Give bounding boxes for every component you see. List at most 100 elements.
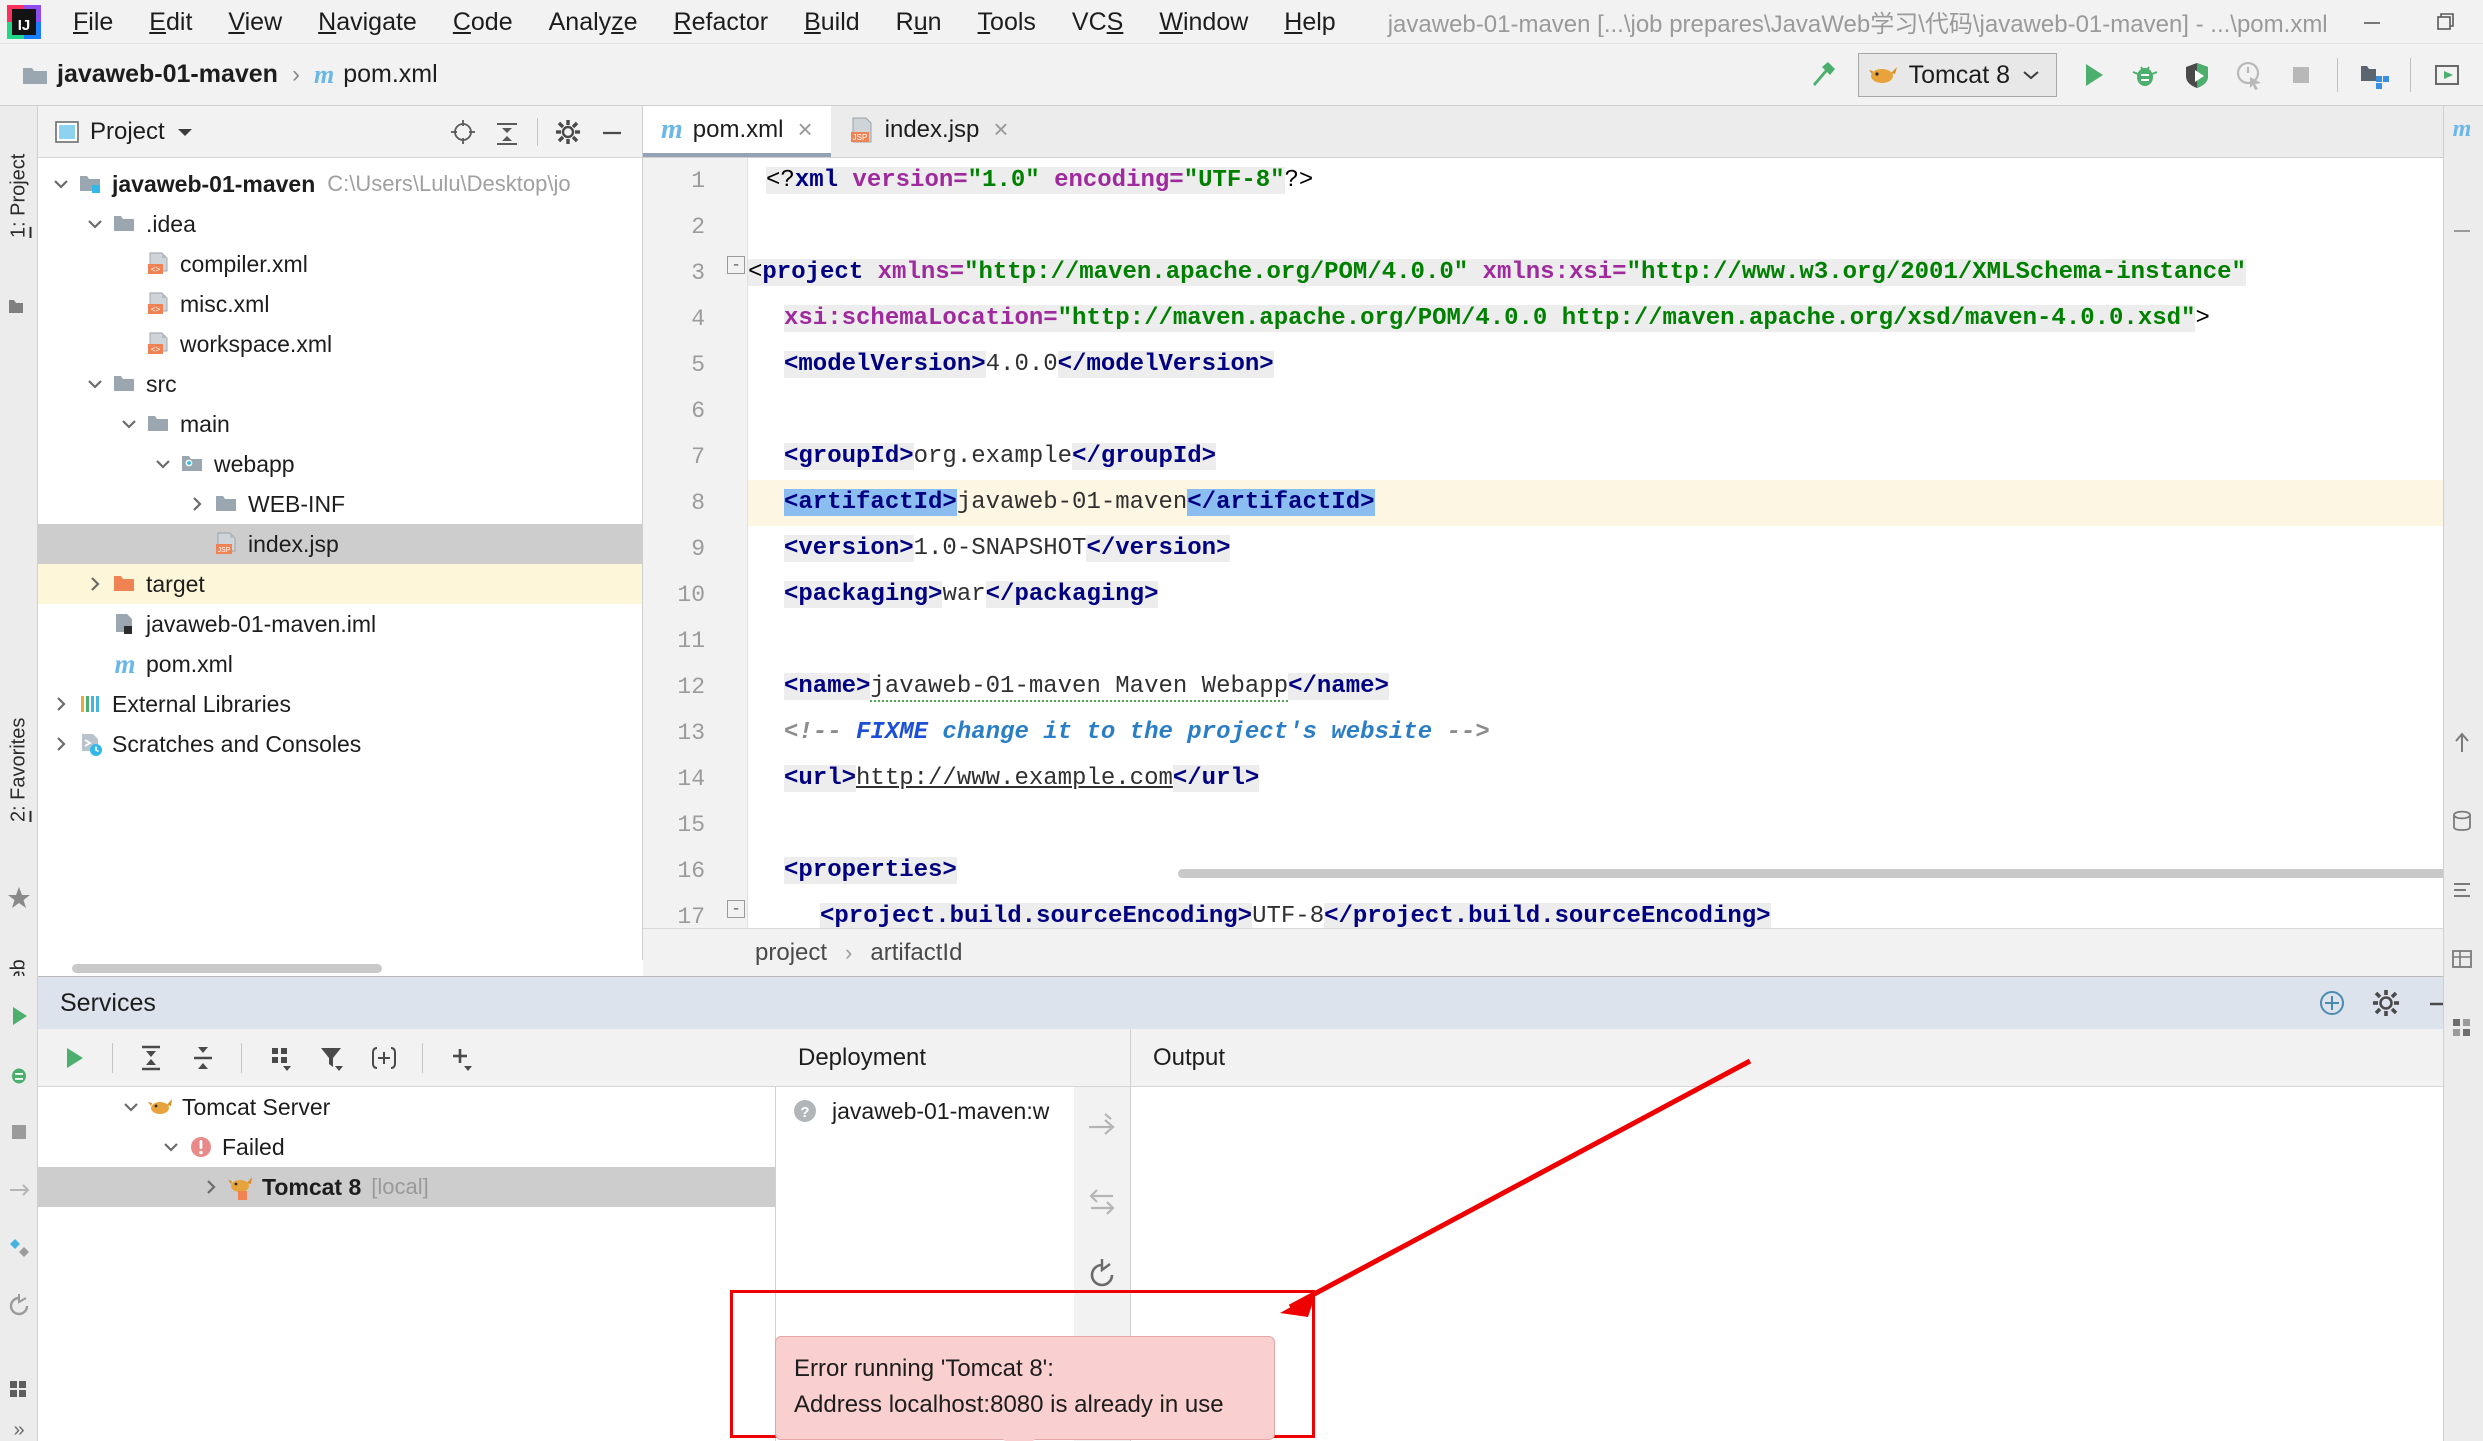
project-tree-item-compiler-xml[interactable]: <>compiler.xml (38, 244, 642, 284)
menu-item-analyze[interactable]: Analyze (531, 5, 656, 39)
nav-crumb-file[interactable]: m pom.xml (306, 56, 446, 94)
tree-twisty[interactable] (148, 454, 178, 474)
show-console-icon[interactable] (360, 1034, 408, 1082)
minimize-icon[interactable] (592, 112, 632, 152)
collapse-all-icon[interactable] (179, 1034, 227, 1082)
chevron-right-icon[interactable] (201, 1177, 221, 1197)
more-tools-icon[interactable] (5, 1376, 33, 1404)
tree-twisty[interactable] (156, 1137, 186, 1157)
menu-item-window[interactable]: Window (1141, 5, 1266, 39)
tree-twisty[interactable] (80, 214, 110, 234)
debug-icon[interactable] (5, 1060, 33, 1088)
editor-tab-pom-xml[interactable]: m pom.xml × (643, 106, 831, 157)
menu-item-edit[interactable]: Edit (131, 5, 210, 39)
tree-twisty[interactable] (46, 734, 76, 754)
project-tree-item-main[interactable]: main (38, 404, 642, 444)
tree-twisty[interactable] (182, 494, 212, 514)
minimize-button[interactable] (2335, 0, 2409, 44)
breadcrumb-project[interactable]: project (749, 937, 833, 969)
project-structure-button[interactable] (2348, 49, 2400, 101)
run-icon[interactable] (50, 1034, 98, 1082)
menu-item-file[interactable]: File (55, 5, 131, 39)
run-icon[interactable] (5, 1002, 33, 1030)
add-icon[interactable] (437, 1034, 485, 1082)
project-tree-item--idea[interactable]: .idea (38, 204, 642, 244)
project-tree-item-pom-xml[interactable]: mpom.xml (38, 644, 642, 684)
chevron-down-icon[interactable] (153, 454, 173, 474)
project-tree-item-src[interactable]: src (38, 364, 642, 404)
run-configuration-selector[interactable]: Tomcat 8 (1858, 53, 2057, 97)
project-tree-item-external-libraries[interactable]: External Libraries (38, 684, 642, 724)
up-arrow-icon[interactable] (2447, 728, 2477, 758)
services-tree-item-tomcat-server[interactable]: Tomcat Server (38, 1087, 775, 1127)
tree-twisty[interactable] (46, 174, 76, 194)
gradle-icon[interactable] (2447, 874, 2477, 904)
project-panel-title[interactable]: Project (48, 115, 201, 149)
chevron-right-icon[interactable] (85, 574, 105, 594)
maven-icon[interactable]: m (2447, 114, 2477, 144)
debug-button[interactable] (2119, 49, 2171, 101)
menu-item-code[interactable]: Code (435, 5, 531, 39)
close-icon[interactable]: × (797, 114, 812, 145)
chevron-down-icon[interactable] (119, 414, 139, 434)
menu-item-tools[interactable]: Tools (960, 5, 1054, 39)
editor-horizontal-scrollbar[interactable] (748, 866, 2483, 880)
build-hammer-icon[interactable] (1796, 49, 1848, 101)
menu-item-build[interactable]: Build (786, 5, 878, 39)
filter-icon[interactable] (308, 1034, 356, 1082)
add-service-icon[interactable] (2311, 982, 2353, 1024)
fold-marker-project[interactable]: - (727, 256, 745, 274)
tree-twisty[interactable] (196, 1177, 226, 1197)
project-tree-item-web-inf[interactable]: WEB-INF (38, 484, 642, 524)
project-tree-item-target[interactable]: target (38, 564, 642, 604)
notifications-icon[interactable] (2447, 216, 2477, 246)
chevron-right-icon[interactable] (51, 694, 71, 714)
rerun-icon[interactable] (5, 1292, 33, 1320)
project-tree-item-scratches-and-consoles[interactable]: Scratches and Consoles (38, 724, 642, 764)
collapse-all-icon[interactable] (487, 112, 527, 152)
fold-marker-properties[interactable]: - (727, 900, 745, 918)
menu-item-run[interactable]: Run (878, 5, 960, 39)
menu-item-navigate[interactable]: Navigate (300, 5, 435, 39)
database-icon[interactable] (2447, 806, 2477, 836)
rail-tab-favorites[interactable]: 2: Favorites (0, 666, 38, 874)
project-tree-item-workspace-xml[interactable]: <>workspace.xml (38, 324, 642, 364)
maximize-button[interactable] (2409, 0, 2483, 44)
chevron-down-icon[interactable] (51, 174, 71, 194)
tree-twisty[interactable] (114, 414, 144, 434)
close-icon[interactable]: × (993, 114, 1008, 145)
menu-item-view[interactable]: View (210, 5, 300, 39)
tree-twisty[interactable] (80, 374, 110, 394)
table-icon[interactable] (2447, 944, 2477, 974)
gear-icon[interactable] (548, 112, 588, 152)
settings-icon[interactable] (2365, 982, 2407, 1024)
open-in-browser-button[interactable] (2421, 49, 2473, 101)
menu-item-help[interactable]: Help (1266, 5, 1353, 39)
services-tree-item-failed[interactable]: Failed (38, 1127, 775, 1167)
expand-all-icon[interactable] (127, 1034, 175, 1082)
ant-icon[interactable] (2447, 1012, 2477, 1042)
editor-tab-index-jsp[interactable]: JSP index.jsp × (831, 106, 1027, 157)
code-url-link[interactable]: http://www.example.com (856, 765, 1173, 792)
group-icon[interactable] (256, 1034, 304, 1082)
project-tree-item-javaweb-01-maven-iml[interactable]: javaweb-01-maven.iml (38, 604, 642, 644)
run-button[interactable] (2067, 49, 2119, 101)
chevron-down-icon[interactable] (85, 374, 105, 394)
chevron-down-icon[interactable] (85, 214, 105, 234)
menu-item-vcs[interactable]: VCS (1054, 5, 1141, 39)
nav-crumb-project[interactable]: javaweb-01-maven (14, 56, 286, 93)
project-panel-scrollbar[interactable] (38, 960, 643, 976)
tree-twisty[interactable] (46, 694, 76, 714)
expand-strip-icon[interactable]: » (5, 1416, 33, 1441)
project-tree-item-misc-xml[interactable]: <>misc.xml (38, 284, 642, 324)
chevron-right-icon[interactable] (51, 734, 71, 754)
run-with-coverage-button[interactable] (2171, 49, 2223, 101)
rail-tab-project[interactable]: 1: Project (0, 110, 38, 282)
restart-icon[interactable] (1080, 1253, 1124, 1297)
chevron-down-icon[interactable] (121, 1097, 141, 1117)
code-editor[interactable]: 1234567891011121314151617 - - <?xml vers… (643, 158, 2483, 928)
menu-item-refactor[interactable]: Refactor (656, 5, 787, 39)
chevron-right-icon[interactable] (187, 494, 207, 514)
project-tree-item-webapp[interactable]: webapp (38, 444, 642, 484)
breadcrumb-artifactid[interactable]: artifactId (864, 937, 968, 969)
